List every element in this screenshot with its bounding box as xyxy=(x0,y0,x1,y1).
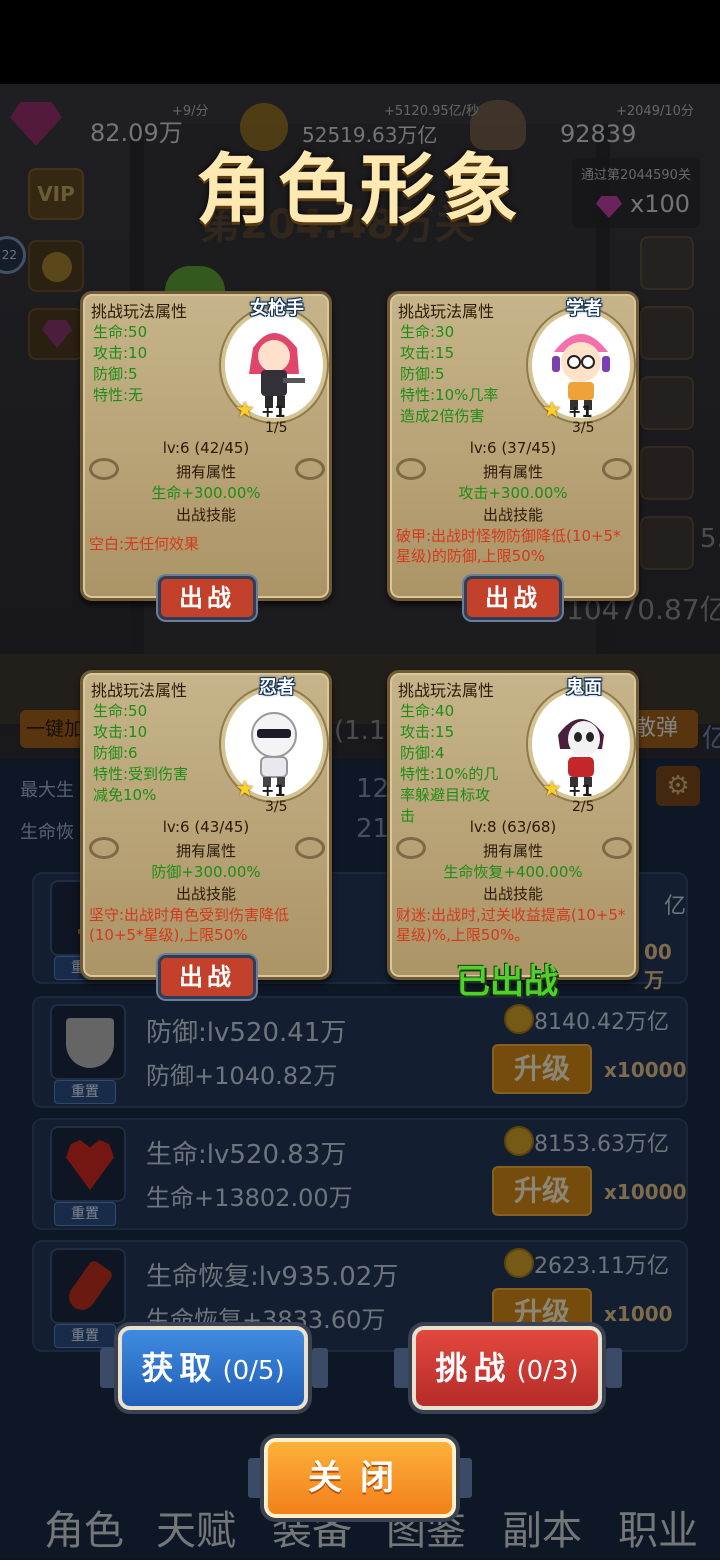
deploy-button-gunner[interactable]: 出战 xyxy=(158,576,256,620)
stat-line: 造成2倍伤害 xyxy=(400,407,485,425)
stat-line: 率躲避目标攻 xyxy=(400,786,491,804)
hero-level: lv:8 (63/68) xyxy=(469,818,557,836)
stat-line: 攻击:10 xyxy=(93,723,148,741)
owned-attr-value: 生命恢复+400.00% xyxy=(443,863,583,881)
stat-line: 生命:30 xyxy=(400,323,455,341)
stat-line: 生命:50 xyxy=(93,702,148,720)
star-icon: ★ xyxy=(235,398,255,423)
star-bonus: +1 xyxy=(261,781,286,800)
stat-line: 攻击:15 xyxy=(400,344,455,362)
button-decoration xyxy=(606,1348,622,1388)
button-decoration xyxy=(394,1348,410,1388)
card-header: 挑战玩法属性 xyxy=(91,681,188,700)
star-fraction: 1/5 xyxy=(265,420,288,436)
owned-attr-value: 攻击+300.00% xyxy=(458,484,568,502)
star-bonus: +1 xyxy=(568,781,593,800)
challenge-button[interactable]: 挑战 (0/3) xyxy=(412,1326,602,1410)
obtain-label: 获取 xyxy=(141,1349,218,1387)
owned-attr-value: 生命+300.00% xyxy=(151,484,261,502)
deploy-button-ninja[interactable]: 出战 xyxy=(158,955,256,999)
stat-line: 特性:10%的几 xyxy=(400,765,499,783)
hero-name: 忍者 xyxy=(259,677,295,698)
stat-line: 特性:10%几率 xyxy=(400,386,499,404)
skill-label: 出战技能 xyxy=(175,506,236,524)
tab-dungeon[interactable]: 副本 xyxy=(502,1498,582,1556)
tab-job[interactable]: 职业 xyxy=(618,1498,698,1556)
stat-line: 攻击:10 xyxy=(93,344,148,362)
skill-text: 坚守:出战时角色受到伤害降低(10+5*星级),上限50% xyxy=(89,906,290,944)
stat-line: 攻击:15 xyxy=(400,723,455,741)
hero-level: lv:6 (37/45) xyxy=(469,439,557,457)
star-fraction: 3/5 xyxy=(265,799,288,815)
stat-line: 防御:5 xyxy=(400,365,445,383)
star-fraction: 2/5 xyxy=(572,799,595,815)
deploy-button-scholar[interactable]: 出战 xyxy=(464,576,562,620)
skill-label: 出战技能 xyxy=(482,506,543,524)
obtain-count: (0/5) xyxy=(222,1356,285,1386)
obtain-button[interactable]: 获取 (0/5) xyxy=(118,1326,308,1410)
stat-line: 生命:40 xyxy=(400,702,455,720)
star-icon: ★ xyxy=(235,777,255,802)
card-header: 挑战玩法属性 xyxy=(91,302,188,321)
owned-attr-label: 拥有属性 xyxy=(482,842,543,860)
hero-level: lv:6 (43/45) xyxy=(162,818,250,836)
button-decoration xyxy=(248,1458,264,1498)
skill-text: 破甲:出战时怪物防御降低(10+5*星级)的防御,上限50% xyxy=(396,527,621,565)
card-header: 挑战玩法属性 xyxy=(398,681,495,700)
star-bonus: +1 xyxy=(261,402,286,421)
close-button[interactable]: 关闭 xyxy=(264,1438,456,1518)
owned-attr-label: 拥有属性 xyxy=(482,463,543,481)
page-title: 角色形象 xyxy=(196,145,524,234)
star-icon: ★ xyxy=(542,777,562,802)
hero-card-ghostface: 挑战玩法属性 生命:40 攻击:15 防御:4 特性:10%的几 率躲避目标攻 … xyxy=(387,670,639,980)
skill-label: 出战技能 xyxy=(175,885,236,903)
hero-card-gunner: 挑战玩法属性 生命:50 攻击:10 防御:5 特性:无 女枪手 ★ +1 1/… xyxy=(80,291,332,601)
stat-line: 防御:5 xyxy=(93,365,138,383)
hero-name: 女枪手 xyxy=(250,298,304,319)
skill-text: 财迷:出战时,过关收益提高(10+5*星级)%,上限50%。 xyxy=(396,906,626,944)
card-header: 挑战玩法属性 xyxy=(398,302,495,321)
hero-name: 学者 xyxy=(566,298,602,319)
owned-attr-label: 拥有属性 xyxy=(175,842,236,860)
challenge-label: 挑战 xyxy=(435,1349,512,1387)
owned-attr-label: 拥有属性 xyxy=(175,463,236,481)
hero-card-ninja: 挑战玩法属性 生命:50 攻击:10 防御:6 特性:受到伤害 减免10% 忍者… xyxy=(80,670,332,980)
tab-talent[interactable]: 天赋 xyxy=(156,1498,236,1556)
deployed-status: 已出战 xyxy=(456,962,558,1002)
skill-text: 空白:无任何效果 xyxy=(89,535,200,553)
stat-line: 减免10% xyxy=(93,786,157,804)
hero-card-scholar: 挑战玩法属性 生命:30 攻击:15 防御:5 特性:10%几率 造成2倍伤害 … xyxy=(387,291,639,601)
star-bonus: +1 xyxy=(568,402,593,421)
stat-line: 生命:50 xyxy=(93,323,148,341)
button-decoration xyxy=(100,1348,116,1388)
stat-line: 特性:无 xyxy=(93,386,144,404)
status-bar xyxy=(0,0,720,84)
button-decoration xyxy=(312,1348,328,1388)
stat-line: 防御:4 xyxy=(400,744,445,762)
button-decoration xyxy=(456,1458,472,1498)
skill-label: 出战技能 xyxy=(482,885,543,903)
star-fraction: 3/5 xyxy=(572,420,595,436)
stat-line: 防御:6 xyxy=(93,744,138,762)
star-icon: ★ xyxy=(542,398,562,423)
challenge-count: (0/3) xyxy=(516,1356,579,1386)
tab-role[interactable]: 角色 xyxy=(44,1498,124,1556)
hero-level: lv:6 (42/45) xyxy=(162,439,250,457)
stat-line: 特性:受到伤害 xyxy=(93,765,189,783)
hero-name: 鬼面 xyxy=(566,677,602,698)
owned-attr-value: 防御+300.00% xyxy=(151,863,261,881)
